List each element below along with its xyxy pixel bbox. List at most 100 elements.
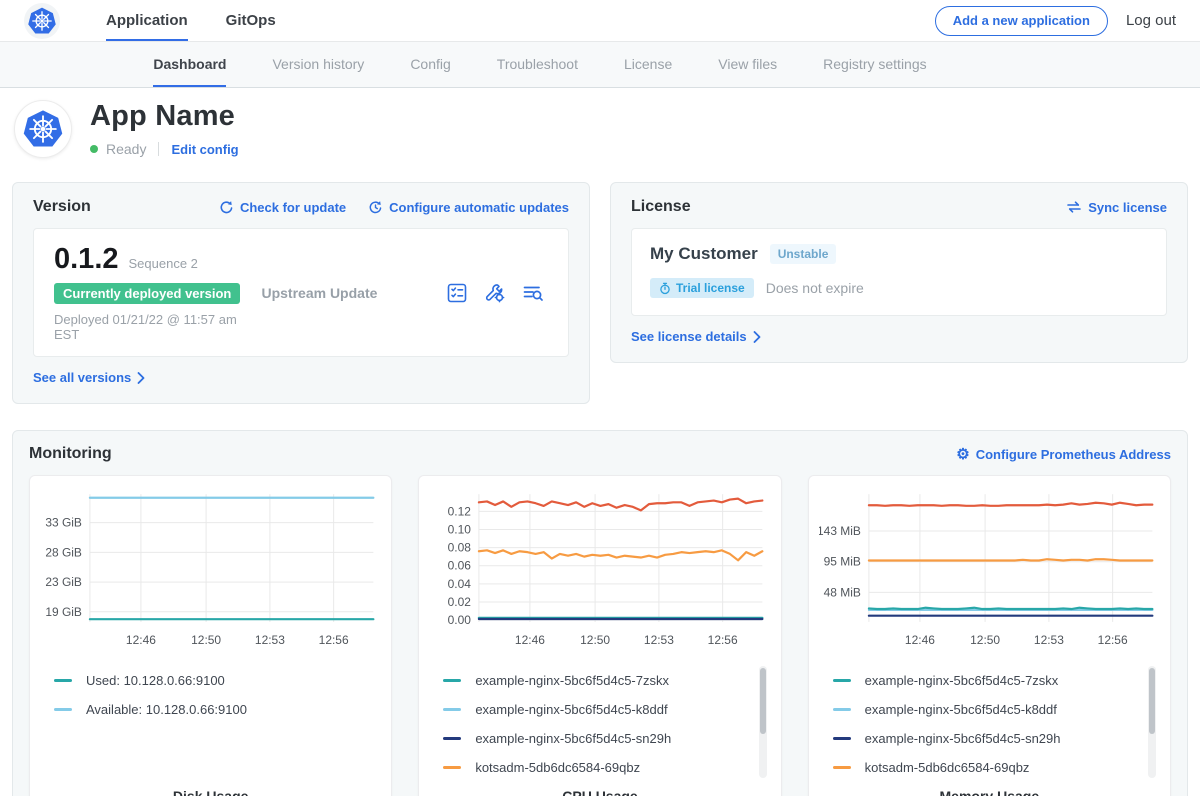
see-all-versions-link[interactable]: See all versions <box>33 370 145 385</box>
svg-text:12:50: 12:50 <box>580 633 610 647</box>
legend-label: example-nginx-5bc6f5d4c5-k8ddf <box>475 702 667 717</box>
version-number: 0.1.2 <box>54 243 119 276</box>
refresh-icon <box>219 200 234 215</box>
status-text: Ready <box>106 141 146 157</box>
tab-view-files[interactable]: View files <box>718 42 777 87</box>
add-application-button[interactable]: Add a new application <box>935 6 1108 36</box>
svg-text:12:56: 12:56 <box>319 633 349 647</box>
svg-text:0.04: 0.04 <box>448 577 472 591</box>
chart-plot-disk-usage: 19 GiB23 GiB28 GiB33 GiB12:4612:5012:531… <box>40 488 381 654</box>
svg-text:95 MiB: 95 MiB <box>823 555 860 569</box>
app-icon <box>14 100 72 158</box>
top-nav-tabs: Application GitOps <box>106 0 276 41</box>
kubernetes-helm-icon <box>27 6 57 36</box>
legend-color-dash <box>833 737 851 740</box>
legend-color-dash <box>443 708 461 711</box>
tab-config[interactable]: Config <box>410 42 450 87</box>
legend-label: example-nginx-5bc6f5d4c5-sn29h <box>475 731 671 746</box>
legend-label: Available: 10.128.0.66:9100 <box>86 702 247 717</box>
svg-text:28 GiB: 28 GiB <box>45 545 82 559</box>
kubernetes-logo <box>24 3 60 39</box>
chart-plot-memory-usage: 48 MiB95 MiB143 MiB12:4612:5012:5312:56 <box>819 488 1160 654</box>
legend-scrollbar[interactable] <box>1148 666 1156 778</box>
svg-text:12:46: 12:46 <box>515 633 545 647</box>
logout-link[interactable]: Log out <box>1126 12 1176 29</box>
svg-text:12:50: 12:50 <box>970 633 1000 647</box>
svg-text:23 GiB: 23 GiB <box>45 575 82 589</box>
svg-text:0.00: 0.00 <box>448 613 472 627</box>
legend-label: example-nginx-5bc6f5d4c5-sn29h <box>865 731 1061 746</box>
preflight-checks-icon[interactable] <box>446 282 468 304</box>
chart-plot-cpu-usage: 0.000.020.040.060.080.100.1212:4612:5012… <box>429 488 770 654</box>
chevron-right-icon <box>753 331 761 343</box>
tab-dashboard[interactable]: Dashboard <box>153 42 226 87</box>
stopwatch-icon <box>659 282 671 295</box>
svg-text:48 MiB: 48 MiB <box>823 585 860 599</box>
svg-text:12:56: 12:56 <box>708 633 738 647</box>
nav-tab-application[interactable]: Application <box>106 0 188 41</box>
deployed-badge: Currently deployed version <box>54 283 240 304</box>
check-for-update-link[interactable]: Check for update <box>219 200 346 215</box>
legend-item: example-nginx-5bc6f5d4c5-k8ddf <box>833 695 1134 724</box>
chart-card-cpu-usage: 0.000.020.040.060.080.100.1212:4612:5012… <box>418 475 781 796</box>
legend-item: example-nginx-5bc6f5d4c5-sn29h <box>833 724 1134 753</box>
chart-card-memory-usage: 48 MiB95 MiB143 MiB12:4612:5012:5312:56e… <box>808 475 1171 796</box>
legend-scrollbar-thumb[interactable] <box>1149 668 1155 734</box>
tab-version-history[interactable]: Version history <box>272 42 364 87</box>
license-card: License Sync license My Customer Unstabl… <box>610 182 1188 363</box>
svg-text:0.06: 0.06 <box>448 559 472 573</box>
edit-config-link[interactable]: Edit config <box>171 142 238 157</box>
configure-prometheus-label: Configure Prometheus Address <box>976 447 1171 462</box>
tab-troubleshoot[interactable]: Troubleshoot <box>497 42 578 87</box>
configure-automatic-updates-link[interactable]: Configure automatic updates <box>368 200 569 215</box>
legend-scrollbar[interactable] <box>759 666 767 778</box>
dashboard-cards-row: Version Check for update Configure au <box>12 182 1188 404</box>
check-for-update-label: Check for update <box>240 200 346 215</box>
version-source: Upstream Update <box>261 285 446 301</box>
status-dot <box>90 145 98 153</box>
license-type-badge: Trial license <box>650 278 754 298</box>
page-title: App Name <box>90 100 239 133</box>
nav-tab-gitops[interactable]: GitOps <box>226 0 276 41</box>
svg-text:143 MiB: 143 MiB <box>819 524 861 538</box>
svg-text:12:56: 12:56 <box>1097 633 1127 647</box>
chevron-right-icon <box>137 372 145 384</box>
version-card: Version Check for update Configure au <box>12 182 590 404</box>
svg-text:12:46: 12:46 <box>126 633 156 647</box>
deploy-logs-icon[interactable] <box>522 282 544 304</box>
see-license-details-label: See license details <box>631 329 747 344</box>
see-license-details-link[interactable]: See license details <box>631 329 761 344</box>
legend-color-dash <box>833 679 851 682</box>
legend-color-dash <box>443 679 461 682</box>
legend-item: Used: 10.128.0.66:9100 <box>54 666 355 695</box>
chart-legend: example-nginx-5bc6f5d4c5-7zskx example-ng… <box>429 664 770 780</box>
svg-text:12:50: 12:50 <box>191 633 221 647</box>
sync-license-label: Sync license <box>1088 200 1167 215</box>
legend-label: example-nginx-5bc6f5d4c5-7zskx <box>475 673 669 688</box>
divider <box>158 142 159 156</box>
legend-label: kotsadm-5db6dc6584-69qbz <box>475 760 640 775</box>
clock-refresh-icon <box>368 200 383 215</box>
tab-registry-settings[interactable]: Registry settings <box>823 42 926 87</box>
gear-icon: ⚙ <box>956 447 969 462</box>
svg-text:0.12: 0.12 <box>448 504 472 518</box>
see-all-versions-label: See all versions <box>33 370 131 385</box>
chart-card-disk-usage: 19 GiB23 GiB28 GiB33 GiB12:4612:5012:531… <box>29 475 392 796</box>
license-expiration: Does not expire <box>766 280 864 296</box>
top-nav: ApplicationGitOps Add a new application … <box>0 0 1200 42</box>
legend-item: example-nginx-5bc6f5d4c5-7zskx <box>443 666 744 695</box>
legend-item: example-nginx-5bc6f5d4c5-sn29h <box>443 724 744 753</box>
sync-license-link[interactable]: Sync license <box>1066 200 1167 215</box>
kubernetes-helm-icon <box>22 108 64 150</box>
legend-color-dash <box>54 708 72 711</box>
legend-color-dash <box>833 708 851 711</box>
svg-text:12:53: 12:53 <box>255 633 285 647</box>
legend-scrollbar-thumb[interactable] <box>760 668 766 734</box>
channel-badge: Unstable <box>770 244 837 264</box>
tab-license[interactable]: License <box>624 42 672 87</box>
configure-prometheus-link[interactable]: ⚙ Configure Prometheus Address <box>956 447 1171 462</box>
svg-text:0.02: 0.02 <box>448 595 472 609</box>
config-wrench-icon[interactable] <box>484 282 506 304</box>
legend-label: Used: 10.128.0.66:9100 <box>86 673 225 688</box>
license-type-label: Trial license <box>676 281 745 295</box>
